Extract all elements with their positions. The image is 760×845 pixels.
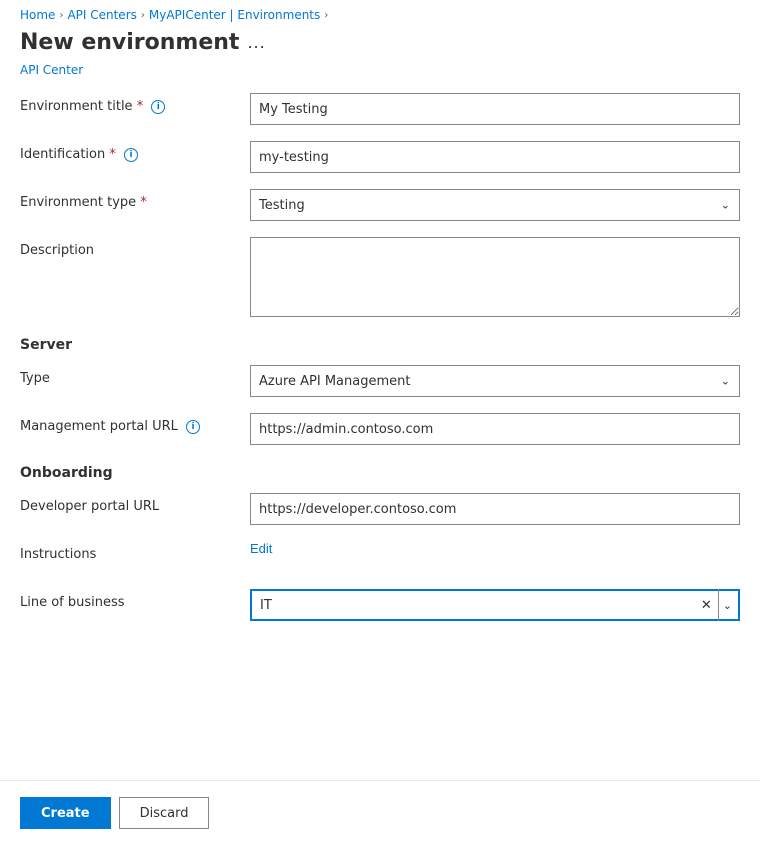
developer-portal-url-control (250, 493, 740, 525)
environment-title-info-icon[interactable]: i (151, 100, 165, 114)
environment-title-input[interactable] (250, 93, 740, 125)
identification-input[interactable] (250, 141, 740, 173)
environment-type-select[interactable]: Testing Development Staging Production (250, 189, 740, 221)
line-of-business-input[interactable] (250, 589, 740, 621)
environment-type-select-wrapper: Testing Development Staging Production ⌄ (250, 189, 740, 221)
environment-type-control: Testing Development Staging Production ⌄ (250, 189, 740, 221)
lob-icons: ✕ ⌄ (695, 589, 740, 621)
line-of-business-label: Line of business (20, 589, 250, 610)
environment-title-label: Environment title * i (20, 93, 250, 114)
create-button[interactable]: Create (20, 797, 111, 829)
breadcrumb-home[interactable]: Home (20, 8, 55, 22)
line-of-business-control: ✕ ⌄ (250, 589, 740, 621)
environment-title-row: Environment title * i (20, 93, 740, 125)
developer-portal-url-label: Developer portal URL (20, 493, 250, 514)
form-container: Environment title * i Identification * i… (0, 93, 760, 699)
management-portal-url-row: Management portal URL i (20, 413, 740, 445)
line-of-business-row: Line of business ✕ ⌄ (20, 589, 740, 621)
instructions-row: Instructions Edit (20, 541, 740, 573)
required-star-title: * (137, 99, 144, 114)
management-portal-url-label: Management portal URL i (20, 413, 250, 434)
breadcrumb: Home › API Centers › MyAPICenter | Envir… (0, 0, 760, 26)
breadcrumb-api-centers[interactable]: API Centers (67, 8, 136, 22)
server-type-label: Type (20, 365, 250, 386)
management-portal-url-input[interactable] (250, 413, 740, 445)
identification-label: Identification * i (20, 141, 250, 162)
server-section-header: Server (20, 337, 740, 353)
instructions-edit-button[interactable]: Edit (250, 541, 272, 556)
lob-chevron-icon[interactable]: ⌄ (718, 589, 740, 621)
developer-portal-url-input[interactable] (250, 493, 740, 525)
page-subtitle: API Center (0, 63, 760, 93)
identification-row: Identification * i (20, 141, 740, 173)
page-header: New environment ... (0, 26, 760, 63)
identification-control (250, 141, 740, 173)
server-type-select[interactable]: Azure API Management Other (250, 365, 740, 397)
management-portal-url-control (250, 413, 740, 445)
environment-type-row: Environment type * Testing Development S… (20, 189, 740, 221)
server-type-row: Type Azure API Management Other ⌄ (20, 365, 740, 397)
breadcrumb-chevron-1: › (59, 10, 63, 21)
onboarding-section-header: Onboarding (20, 465, 740, 481)
breadcrumb-chevron-2: › (141, 10, 145, 21)
breadcrumb-chevron-3: › (324, 10, 328, 21)
server-type-control: Azure API Management Other ⌄ (250, 365, 740, 397)
management-portal-url-info-icon[interactable]: i (186, 420, 200, 434)
line-of-business-wrapper: ✕ ⌄ (250, 589, 740, 621)
identification-info-icon[interactable]: i (124, 148, 138, 162)
more-options-button[interactable]: ... (247, 33, 265, 52)
environment-type-label: Environment type * (20, 189, 250, 210)
description-textarea[interactable] (250, 237, 740, 317)
page-title: New environment (20, 30, 239, 55)
discard-button[interactable]: Discard (119, 797, 210, 829)
environment-title-control (250, 93, 740, 125)
description-row: Description (20, 237, 740, 321)
instructions-label: Instructions (20, 541, 250, 562)
required-star-id: * (109, 147, 116, 162)
lob-clear-icon[interactable]: ✕ (695, 598, 718, 613)
server-type-select-wrapper: Azure API Management Other ⌄ (250, 365, 740, 397)
breadcrumb-myapicenter[interactable]: MyAPICenter | Environments (149, 8, 320, 22)
required-star-type: * (140, 195, 147, 210)
instructions-control: Edit (250, 541, 740, 557)
description-control (250, 237, 740, 321)
developer-portal-url-row: Developer portal URL (20, 493, 740, 525)
footer: Create Discard (0, 781, 760, 845)
description-label: Description (20, 237, 250, 258)
